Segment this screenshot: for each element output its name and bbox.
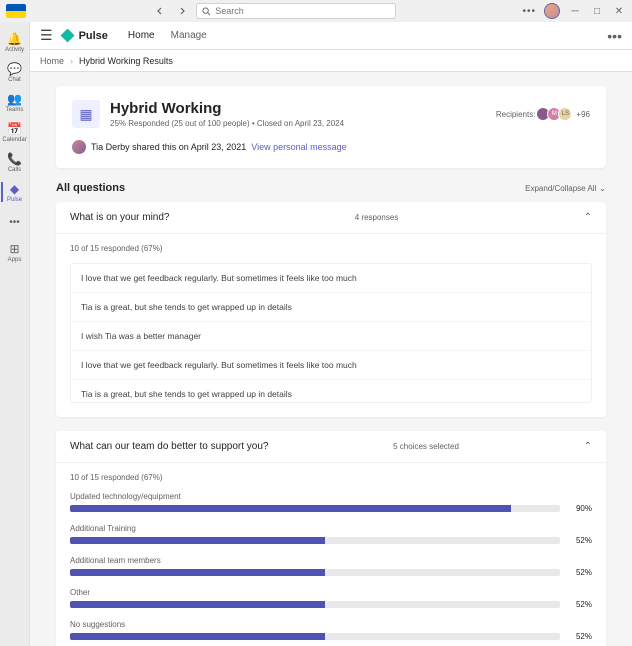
more-icon[interactable]: •••: [522, 6, 536, 17]
bar-value: 52%: [568, 600, 592, 609]
chevron-right-icon: ›: [70, 56, 73, 66]
page-title: Hybrid Working: [110, 100, 344, 117]
bar-item: Additional Training 52%: [70, 524, 592, 545]
nav-forward-button[interactable]: [174, 3, 190, 19]
bar-label: Other: [70, 588, 592, 597]
bar-fill: [70, 505, 511, 512]
recipients: Recipients: M LS +96: [496, 100, 590, 128]
responded-count: 10 of 15 responded (67%): [70, 244, 592, 253]
bar-label: Updated technology/equipment: [70, 492, 592, 501]
question-card-2: What can our team do better to support y…: [56, 431, 606, 646]
pulse-logo-icon: [61, 29, 75, 43]
sidebar-item-teams[interactable]: 👥Teams: [1, 88, 29, 116]
app-more-button[interactable]: •••: [607, 28, 622, 44]
close-button[interactable]: ✕: [612, 4, 626, 18]
bar-value: 52%: [568, 632, 592, 641]
bar-value: 52%: [568, 536, 592, 545]
recipients-more[interactable]: +96: [576, 110, 590, 119]
question-meta: 5 choices selected: [393, 442, 459, 451]
bell-icon: 🔔: [7, 32, 22, 46]
sharer-avatar: [72, 140, 86, 154]
bar-fill: [70, 537, 325, 544]
sidebar-item-more[interactable]: •••: [1, 208, 29, 236]
view-message-link[interactable]: View personal message: [251, 142, 346, 152]
sidebar-item-pulse[interactable]: ◆Pulse: [1, 178, 29, 206]
question-toggle[interactable]: What is on your mind? 4 responses ⌃: [56, 202, 606, 234]
breadcrumb-current: Hybrid Working Results: [79, 56, 173, 66]
choices-bar-chart: Updated technology/equipment 90% Additiona…: [70, 492, 592, 641]
user-avatar[interactable]: [544, 3, 560, 19]
recipient-avatar: LS: [558, 107, 572, 121]
tab-manage[interactable]: Manage: [171, 22, 207, 49]
question-card-1: What is on your mind? 4 responses ⌃ 10 o…: [56, 202, 606, 417]
survey-header-card: ▦ Hybrid Working 25% Responded (25 out o…: [56, 86, 606, 168]
recipients-label: Recipients:: [496, 110, 536, 119]
sidebar-item-calendar[interactable]: 📅Calendar: [1, 118, 29, 146]
calendar-icon: 📅: [7, 122, 22, 136]
maximize-button[interactable]: □: [590, 4, 604, 18]
bar-label: No suggestions: [70, 620, 592, 629]
bar-track: [70, 537, 560, 544]
bar-track: [70, 601, 560, 608]
response-row: Tia is a great, but she tends to get wra…: [71, 380, 591, 403]
bar-item: No suggestions 52%: [70, 620, 592, 641]
sidebar-item-calls[interactable]: 📞Calls: [1, 148, 29, 176]
more-icon: •••: [9, 217, 20, 228]
chevron-up-icon: ⌃: [584, 212, 592, 223]
chat-icon: 💬: [7, 62, 22, 76]
bar-item: Updated technology/equipment 90%: [70, 492, 592, 513]
breadcrumb-home[interactable]: Home: [40, 56, 64, 66]
survey-icon: ▦: [72, 100, 100, 128]
pulse-icon: ◆: [10, 182, 19, 196]
bar-fill: [70, 601, 325, 608]
question-meta: 4 responses: [355, 213, 399, 222]
tab-home[interactable]: Home: [128, 22, 155, 49]
bar-track: [70, 633, 560, 640]
responses-list[interactable]: I love that we get feedback regularly. B…: [70, 263, 592, 403]
bar-value: 90%: [568, 504, 592, 513]
bar-item: Other 52%: [70, 588, 592, 609]
search-box[interactable]: [196, 3, 396, 19]
response-row: I wish Tia was a better manager: [71, 322, 591, 351]
apps-icon: ⊞: [9, 242, 19, 256]
section-title: All questions: [56, 182, 125, 194]
teams-icon: 👥: [7, 92, 22, 106]
app-rail: 🔔Activity 💬Chat 👥Teams 📅Calendar 📞Calls …: [0, 22, 30, 646]
bar-fill: [70, 633, 325, 640]
chevron-down-icon: ⌄: [599, 184, 606, 193]
question-title: What is on your mind?: [70, 212, 170, 223]
bar-label: Additional Training: [70, 524, 592, 533]
app-name: Pulse: [79, 30, 108, 42]
sidebar-item-activity[interactable]: 🔔Activity: [1, 28, 29, 56]
bar-value: 52%: [568, 568, 592, 577]
shared-text: Tia Derby shared this on April 23, 2021: [91, 142, 246, 152]
sidebar-item-apps[interactable]: ⊞Apps: [1, 238, 29, 266]
minimize-button[interactable]: ─: [568, 4, 582, 18]
response-row: I love that we get feedback regularly. B…: [71, 264, 591, 293]
response-row: I love that we get feedback regularly. B…: [71, 351, 591, 380]
bar-track: [70, 505, 560, 512]
app-badge: [6, 4, 26, 18]
response-row: Tia is a great, but she tends to get wra…: [71, 293, 591, 322]
search-input[interactable]: [215, 6, 390, 16]
responded-count: 10 of 15 responded (67%): [70, 473, 592, 482]
hamburger-button[interactable]: ☰: [40, 27, 53, 44]
breadcrumb: Home › Hybrid Working Results: [30, 50, 632, 72]
bar-label: Additional team members: [70, 556, 592, 565]
question-toggle[interactable]: What can our team do better to support y…: [56, 431, 606, 463]
app-logo: Pulse: [61, 29, 108, 43]
expand-collapse-button[interactable]: Expand/Collapse All⌄: [525, 184, 606, 193]
bar-track: [70, 569, 560, 576]
phone-icon: 📞: [7, 152, 22, 166]
question-title: What can our team do better to support y…: [70, 441, 268, 452]
bar-fill: [70, 569, 325, 576]
chevron-up-icon: ⌃: [584, 441, 592, 452]
nav-back-button[interactable]: [152, 3, 168, 19]
sidebar-item-chat[interactable]: 💬Chat: [1, 58, 29, 86]
page-subtitle: 25% Responded (25 out of 100 people) • C…: [110, 119, 344, 128]
search-icon: [202, 7, 211, 16]
bar-item: Additional team members 52%: [70, 556, 592, 577]
